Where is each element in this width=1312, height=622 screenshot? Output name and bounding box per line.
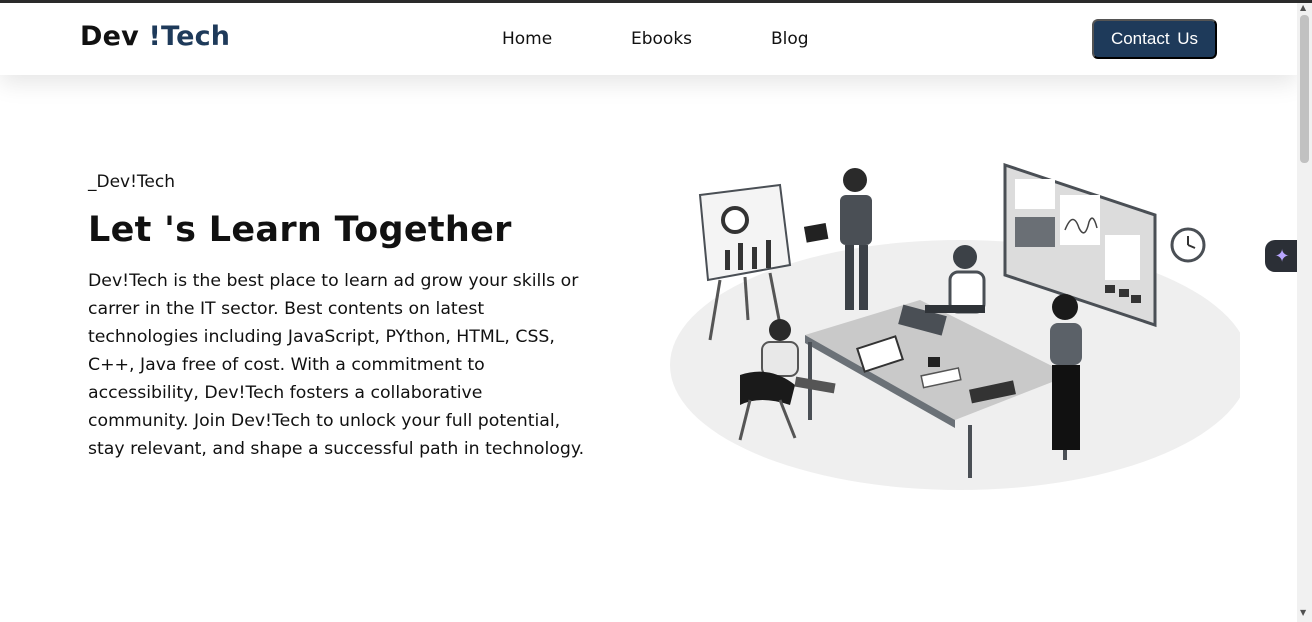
- scrollbar-thumb[interactable]: [1300, 15, 1309, 163]
- nav-blog-link[interactable]: Blog: [771, 29, 809, 49]
- arrow-down-icon[interactable]: ▼: [1300, 608, 1306, 617]
- team-meeting-illustration: [670, 162, 1240, 490]
- navbar: Dev !Tech Home Ebooks Blog Contact Us: [0, 3, 1297, 75]
- hero-eyebrow: _Dev!Tech: [88, 172, 176, 192]
- sparkle-icon: ✦: [1274, 245, 1290, 267]
- nav-home-link[interactable]: Home: [502, 29, 552, 49]
- brand-part-dev: Dev: [80, 21, 149, 52]
- sparkle-floating-button[interactable]: ✦: [1265, 240, 1299, 272]
- arrow-up-icon[interactable]: ▲: [1300, 3, 1306, 12]
- contact-us-button[interactable]: Contact Us: [1092, 19, 1217, 59]
- vertical-scrollbar[interactable]: ▲ ▼: [1297, 3, 1312, 622]
- nav-ebooks-link[interactable]: Ebooks: [631, 29, 692, 49]
- brand-logo[interactable]: Dev !Tech: [80, 21, 230, 52]
- hero-title: Let 's Learn Together: [88, 210, 512, 250]
- hero-description: Dev!Tech is the best place to learn ad g…: [88, 271, 585, 459]
- brand-part-tech: !Tech: [148, 21, 231, 52]
- wall-clock: [1170, 227, 1206, 263]
